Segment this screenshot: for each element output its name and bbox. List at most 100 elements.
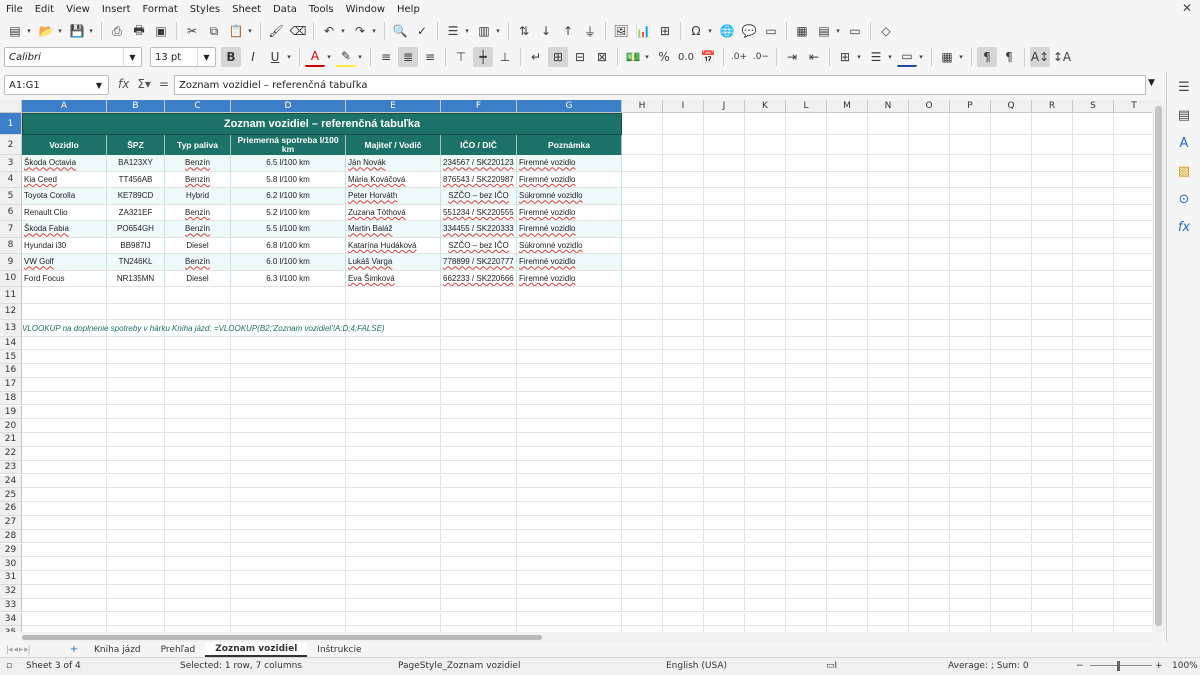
cell[interactable] — [950, 254, 991, 271]
row-header-24[interactable]: 24 — [0, 474, 22, 489]
cell[interactable] — [663, 287, 704, 304]
cell[interactable] — [786, 287, 827, 304]
cell[interactable] — [231, 488, 346, 503]
cell[interactable] — [827, 155, 868, 172]
border-style-dropdown-icon[interactable]: ▾ — [885, 47, 895, 67]
cell[interactable] — [704, 113, 745, 135]
tab-navigation-icon[interactable]: |◂ ◂ ▸ ▸| — [0, 645, 64, 655]
cell[interactable] — [704, 320, 745, 337]
freeze-dropdown-icon[interactable]: ▾ — [833, 21, 843, 41]
cell[interactable] — [517, 446, 622, 461]
cell[interactable] — [745, 171, 786, 188]
cell[interactable] — [663, 571, 704, 585]
cell[interactable] — [868, 350, 909, 365]
cell[interactable] — [231, 584, 346, 599]
right-to-left-icon[interactable]: ¶ — [999, 47, 1019, 67]
cell[interactable] — [909, 584, 950, 599]
data-cell[interactable]: 662233 / SK220666 — [441, 270, 517, 287]
cell[interactable] — [991, 543, 1032, 558]
cell[interactable] — [704, 502, 745, 516]
cell[interactable] — [827, 557, 868, 572]
column-header-q[interactable]: Q — [991, 100, 1032, 113]
column-header-n[interactable]: N — [868, 100, 909, 113]
cell[interactable] — [663, 254, 704, 271]
cell[interactable] — [827, 571, 868, 585]
align-middle-icon[interactable]: ┿ — [473, 47, 493, 67]
cell[interactable] — [663, 515, 704, 530]
cell[interactable] — [909, 488, 950, 503]
cell[interactable] — [786, 303, 827, 320]
cell[interactable] — [107, 336, 165, 351]
cell[interactable] — [991, 377, 1032, 392]
cell[interactable] — [622, 405, 663, 420]
cell[interactable] — [1073, 557, 1114, 572]
cell[interactable] — [991, 557, 1032, 572]
horizontal-scrollbar[interactable] — [22, 632, 1152, 642]
cell[interactable] — [1073, 135, 1114, 155]
cell[interactable] — [663, 113, 704, 135]
cell[interactable] — [1032, 254, 1073, 271]
cell[interactable] — [1032, 303, 1073, 320]
cell[interactable] — [704, 557, 745, 572]
cell[interactable] — [165, 433, 231, 447]
cell[interactable] — [165, 502, 231, 516]
cell[interactable] — [1032, 571, 1073, 585]
cell[interactable] — [231, 543, 346, 558]
cell[interactable] — [346, 474, 441, 489]
cell[interactable] — [622, 350, 663, 365]
data-cell[interactable]: 6.8 l/100 km — [231, 237, 346, 254]
data-cell[interactable]: Firemné vozidlo — [517, 155, 622, 172]
cell[interactable] — [231, 474, 346, 489]
column-label-cell[interactable]: Majiteľ / Vodič — [346, 135, 441, 155]
cut-icon[interactable]: ✂ — [182, 21, 202, 41]
bold-icon[interactable]: B — [221, 47, 241, 67]
cell[interactable] — [745, 391, 786, 406]
cell[interactable] — [950, 612, 991, 627]
functions-icon[interactable]: fx — [1175, 218, 1193, 236]
cell[interactable] — [663, 529, 704, 544]
menu-edit[interactable]: Edit — [29, 4, 60, 15]
cell[interactable] — [1114, 557, 1152, 572]
cell[interactable] — [1114, 613, 1152, 627]
save-dropdown-icon[interactable]: ▾ — [86, 21, 96, 41]
cell[interactable] — [622, 391, 663, 406]
cell[interactable] — [950, 204, 991, 221]
cell[interactable] — [950, 543, 991, 558]
cell[interactable] — [950, 502, 991, 516]
cell[interactable] — [1032, 287, 1073, 304]
cell[interactable] — [1032, 529, 1073, 544]
cell[interactable] — [441, 336, 517, 351]
cell[interactable] — [22, 350, 107, 365]
cell[interactable] — [868, 221, 909, 238]
cell[interactable] — [786, 377, 827, 392]
column-label-cell[interactable]: Vozidlo — [22, 135, 107, 155]
cell[interactable] — [991, 419, 1032, 434]
cell[interactable] — [704, 254, 745, 271]
cell[interactable] — [786, 405, 827, 420]
cell[interactable] — [663, 391, 704, 406]
cell[interactable] — [704, 287, 745, 304]
cell[interactable] — [165, 303, 231, 320]
cell[interactable] — [950, 303, 991, 320]
cell[interactable] — [786, 529, 827, 544]
cell[interactable] — [663, 584, 704, 599]
cell[interactable] — [909, 433, 950, 447]
cell[interactable] — [745, 204, 786, 221]
sort-descending-icon[interactable]: ↑ — [558, 21, 578, 41]
cell[interactable] — [704, 433, 745, 447]
cell[interactable] — [1032, 350, 1073, 365]
data-cell[interactable]: Škoda Fabia — [22, 221, 107, 238]
cell[interactable] — [909, 598, 950, 613]
menu-view[interactable]: View — [60, 4, 96, 15]
data-cell[interactable]: NR135MN — [107, 270, 165, 287]
cell[interactable] — [346, 433, 441, 447]
cell[interactable] — [909, 171, 950, 188]
cell[interactable] — [622, 270, 663, 287]
column-header-a[interactable]: A — [22, 100, 107, 113]
cell[interactable] — [517, 612, 622, 627]
cell[interactable] — [517, 460, 622, 475]
cell[interactable] — [827, 270, 868, 287]
cell[interactable] — [107, 460, 165, 475]
vertical-scrollbar[interactable] — [1152, 100, 1166, 632]
cell[interactable] — [165, 336, 231, 351]
